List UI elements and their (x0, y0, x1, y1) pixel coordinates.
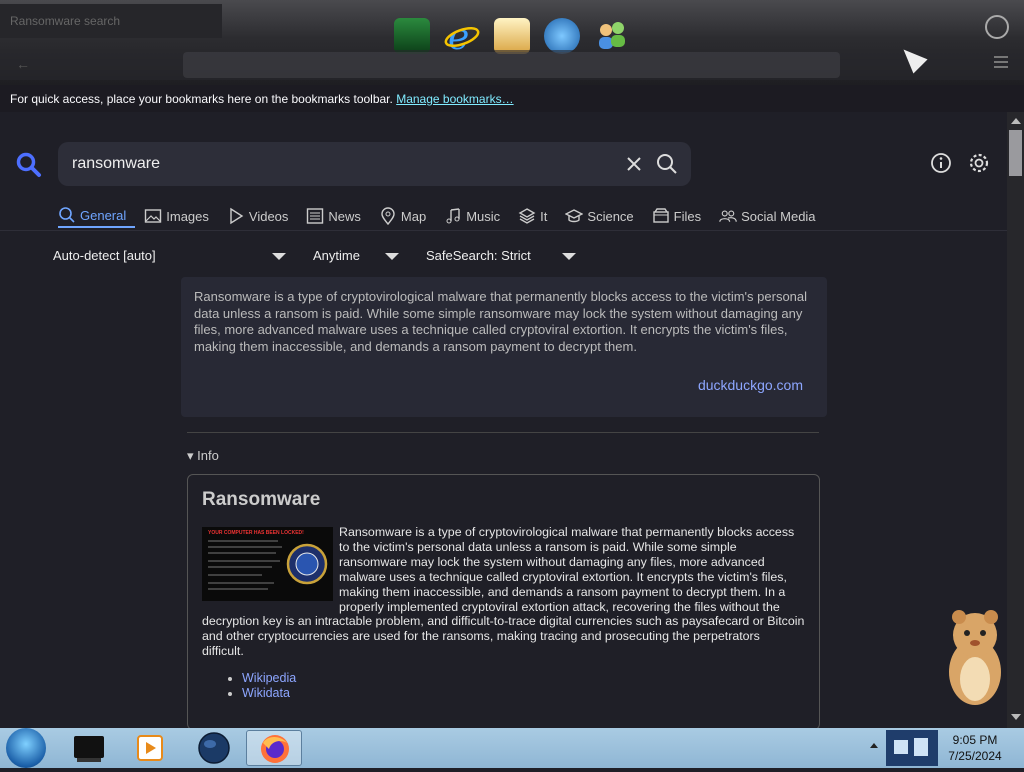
media-player-icon (137, 735, 163, 761)
language-select[interactable]: Auto-detect [auto] (53, 248, 288, 263)
tab-label: Files (673, 208, 702, 224)
hamster-mascot-icon (949, 610, 1001, 705)
info-icon[interactable] (930, 152, 952, 174)
tab-it[interactable]: It (518, 204, 556, 228)
back-arrow-icon[interactable]: ← (16, 56, 30, 72)
tab-label: Social Media (741, 208, 816, 224)
tab-general[interactable]: General (58, 204, 136, 228)
tab-music[interactable]: Music (444, 204, 509, 228)
search-box (58, 142, 691, 186)
globe-icon (198, 732, 230, 764)
extension-icon[interactable] (985, 15, 1009, 39)
globe-download-icon[interactable] (544, 18, 580, 54)
map-pin-icon (381, 207, 395, 225)
search-logo-icon[interactable] (16, 152, 42, 178)
tab-label: Images (166, 208, 209, 224)
info-toggle[interactable]: ▾ Info (187, 448, 219, 464)
infobox: Ransomware YOUR COMPUTER HAS BEEN LOCKED… (187, 474, 820, 728)
section-divider (187, 432, 819, 433)
tab-videos[interactable]: Videos (227, 204, 298, 228)
url-bar[interactable] (183, 52, 840, 78)
answer-source-link[interactable]: duckduckgo.com (698, 377, 803, 393)
layers-icon (518, 208, 536, 224)
taskbar-firefox[interactable] (246, 730, 302, 766)
search-results-page: General Images Videos News Map Music It (0, 112, 1007, 728)
tab-label: Music (466, 208, 501, 224)
tabs-divider (0, 230, 1007, 231)
wikidata-link[interactable]: Wikidata (242, 686, 290, 700)
scroll-thumb[interactable] (1009, 130, 1022, 176)
internet-explorer-icon[interactable]: e (444, 17, 480, 58)
users-icon (719, 210, 737, 222)
chevron-down-icon (385, 253, 399, 260)
tab-news[interactable]: News (306, 204, 370, 228)
infobox-image[interactable]: YOUR COMPUTER HAS BEEN LOCKED! (202, 527, 333, 601)
tab-label: Videos (248, 208, 289, 224)
tab-map[interactable]: Map (379, 204, 435, 228)
ransom-note-image (208, 540, 328, 590)
gear-icon[interactable] (968, 152, 990, 174)
browser-tab[interactable]: Ransomware search (0, 4, 222, 38)
clock-date: 7/25/2024 (948, 749, 1002, 763)
list-item: Wikidata (242, 686, 805, 701)
newspaper-icon (307, 208, 324, 224)
firefox-icon (261, 735, 289, 763)
scroll-up-icon[interactable] (1011, 118, 1021, 124)
bookmarks-hint: For quick access, place your bookmarks h… (10, 92, 393, 106)
search-input[interactable] (72, 153, 612, 175)
taskbar-media-player[interactable] (122, 730, 178, 766)
music-note-icon (446, 208, 460, 224)
taskbar-browser-globe[interactable] (186, 730, 242, 766)
infobox-image-caption: YOUR COMPUTER HAS BEEN LOCKED! (208, 530, 304, 536)
chevron-down-icon (272, 253, 286, 260)
answer-text: Ransomware is a type of cryptovirologica… (194, 289, 808, 354)
search-submit-icon[interactable] (656, 153, 678, 175)
safesearch-select[interactable]: SafeSearch: Strict (426, 248, 581, 263)
scroll-down-icon[interactable] (1011, 714, 1021, 720)
browser-chrome: Ransomware search e ← (0, 0, 1024, 85)
time-range-value: Anytime (313, 248, 360, 263)
taskbar: 9:05 PM 7/25/2024 (0, 728, 1024, 768)
manage-bookmarks-link[interactable]: Manage bookmarks… (396, 92, 513, 106)
page-scrollbar[interactable] (1007, 112, 1024, 728)
users-group-icon[interactable] (594, 18, 630, 54)
app-cube-icon[interactable] (394, 18, 430, 54)
files-icon (652, 208, 669, 223)
tab-science[interactable]: Science (565, 204, 642, 228)
wikipedia-link[interactable]: Wikipedia (242, 671, 296, 685)
chevron-down-icon (562, 253, 576, 260)
category-tabs: General Images Videos News Map Music It (58, 204, 834, 232)
tab-label: It (540, 208, 548, 224)
taskbar-clock[interactable]: 9:05 PM 7/25/2024 (940, 732, 1010, 764)
mail-folder-icon[interactable] (494, 18, 530, 54)
list-item: Wikipedia (242, 671, 805, 686)
tab-social-media[interactable]: Social Media (719, 204, 824, 228)
tab-images[interactable]: Images (144, 204, 218, 228)
tab-files[interactable]: Files (652, 204, 710, 228)
clock-time: 9:05 PM (952, 733, 998, 747)
network-volume-icon[interactable] (886, 730, 938, 766)
search-icon (59, 207, 75, 223)
tab-label: General (80, 207, 127, 223)
tab-label: Science (587, 208, 634, 224)
play-icon (230, 207, 244, 225)
hamburger-menu-icon[interactable] (994, 56, 1008, 68)
infobox-title: Ransomware (202, 489, 321, 510)
terminal-icon (74, 736, 104, 762)
safesearch-value: SafeSearch: Strict (426, 248, 531, 263)
language-select-value: Auto-detect [auto] (53, 248, 156, 263)
taskbar-terminal-app[interactable] (62, 730, 118, 766)
image-icon (145, 209, 162, 223)
tab-label: Map (400, 208, 427, 224)
instant-answer: Ransomware is a type of cryptovirologica… (181, 277, 827, 417)
tray-expand-icon[interactable] (870, 743, 878, 748)
infobox-links: Wikipedia Wikidata (202, 671, 805, 701)
bookmarks-toolbar: For quick access, place your bookmarks h… (0, 85, 1024, 112)
browser-tab-title: Ransomware search (10, 14, 121, 28)
clear-search-icon[interactable] (624, 154, 644, 174)
start-button[interactable] (6, 728, 46, 768)
graduation-cap-icon (565, 209, 584, 223)
time-range-select[interactable]: Anytime (313, 248, 403, 263)
tab-label: News (328, 208, 361, 224)
